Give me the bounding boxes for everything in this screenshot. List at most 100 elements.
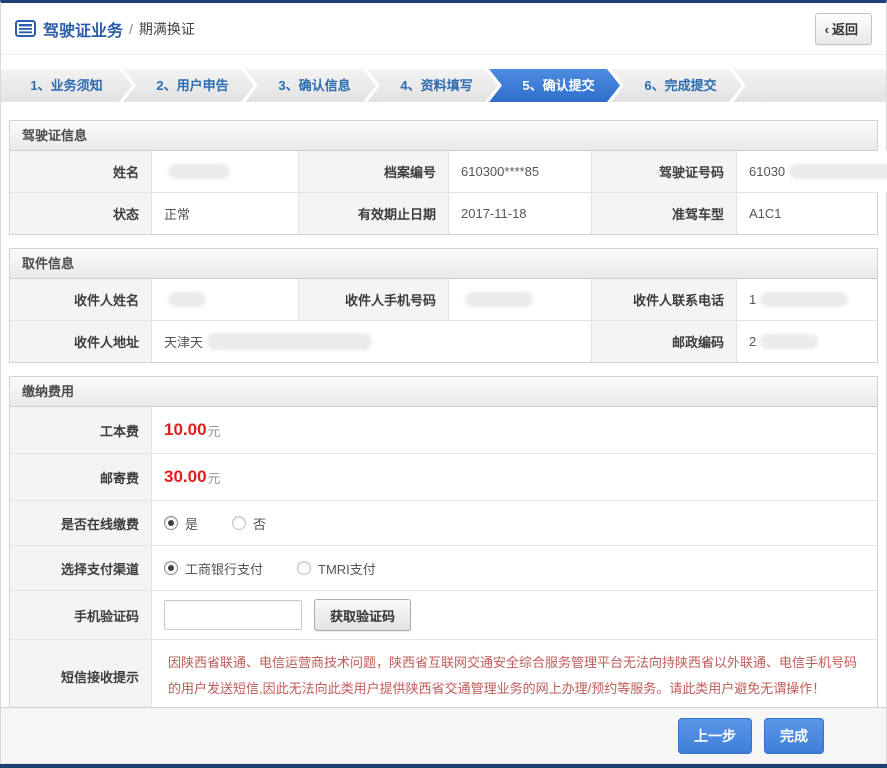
list-icon [15, 20, 36, 37]
channel-icbc-radio[interactable] [164, 561, 178, 575]
status-label: 状态 [10, 193, 152, 234]
back-chevron-icon: ‹ [824, 21, 829, 37]
name-value [152, 151, 299, 192]
payment-title: 缴纳费用 [10, 377, 877, 407]
recipient-mobile-label: 收件人手机号码 [299, 279, 449, 320]
step-bar-filler [733, 69, 886, 102]
license-info-title: 驾驶证信息 [10, 121, 877, 151]
page-title: 驾驶证业务 [43, 22, 124, 40]
table-row: 邮寄费 30.00 元 [10, 454, 877, 501]
back-button[interactable]: ‹ 返回 [814, 12, 872, 45]
table-row: 手机验证码 获取验证码 [10, 591, 877, 640]
previous-step-button[interactable]: 上一步 [678, 717, 752, 754]
file-number-value: 610300****85 [449, 151, 592, 192]
step-wizard: 1、业务须知 2、用户申告 3、确认信息 4、资料填写 5、确认提交 6、完成提… [1, 69, 886, 102]
recipient-name-value [152, 279, 299, 320]
recipient-name-label: 收件人姓名 [10, 279, 152, 320]
table-row: 收件人地址 天津天 邮政编码 2 [10, 321, 877, 362]
currency-unit: 元 [207, 423, 221, 439]
redacted-recipient-name [168, 292, 206, 307]
sms-code-label: 手机验证码 [10, 591, 152, 639]
breadcrumb-separator: / [129, 20, 133, 37]
payment-panel: 缴纳费用 工本费 10.00 元 邮寄费 30.00 元 是否在线缴费 是 否 选择… [9, 376, 878, 713]
sms-code-input[interactable] [164, 600, 302, 630]
recipient-mobile-value [449, 279, 592, 320]
channel-tmri-option[interactable]: TMRI支付 [297, 559, 376, 578]
redacted-postal-code [760, 334, 819, 349]
sms-note-cell: 因陕西省联通、电信运营商技术问题，陕西省互联网交通安全综合服务管理平台无法向持陕… [152, 640, 877, 712]
channel-icbc-label[interactable]: 工商银行支付 [185, 559, 263, 578]
back-button-label: 返回 [831, 21, 858, 37]
channel-tmri-radio[interactable] [297, 561, 312, 575]
license-number-prefix: 61030 [749, 164, 786, 179]
mailing-fee-amount: 30.00 [164, 467, 207, 486]
status-value: 正常 [152, 193, 299, 234]
recipient-address-value: 天津天 [152, 321, 592, 362]
step-6-complete-submit[interactable]: 6、完成提交 [611, 69, 742, 102]
postal-code-prefix: 2 [749, 334, 757, 349]
online-yes-option[interactable]: 是 [164, 514, 198, 533]
channel-icbc-option[interactable]: 工商银行支付 [164, 559, 263, 578]
mailing-fee-label: 邮寄费 [10, 454, 152, 500]
recipient-address-label: 收件人地址 [10, 321, 152, 362]
recipient-phone-value: 1 [737, 279, 877, 320]
table-row: 是否在线缴费 是 否 [10, 501, 877, 546]
get-code-button[interactable]: 获取验证码 [314, 599, 412, 631]
table-row: 姓名 档案编号 610300****85 驾驶证号码 61030 [10, 151, 887, 193]
redacted-recipient-address [207, 333, 373, 350]
file-number-label: 档案编号 [299, 151, 449, 192]
license-number-label: 驾驶证号码 [592, 151, 737, 192]
step-4-fill-materials[interactable]: 4、资料填写 [367, 69, 498, 102]
sms-note-label: 短信接收提示 [10, 640, 152, 712]
postal-code-value: 2 [737, 321, 877, 362]
redacted-recipient-phone [760, 292, 849, 307]
online-yes-label[interactable]: 是 [185, 514, 198, 533]
sms-code-field-row: 获取验证码 [152, 591, 877, 639]
page: 驾驶证业务 / 期满换证 ‹ 返回 1、业务须知 2、用户申告 3、确认信息 4、… [0, 0, 887, 768]
table-row: 选择支付渠道 工商银行支付 TMRI支付 [10, 546, 877, 591]
table-row: 收件人姓名 收件人手机号码 收件人联系电话 1 [10, 279, 877, 321]
vehicle-class-value: A1C1 [737, 193, 877, 234]
valid-until-value: 2017-11-18 [449, 193, 592, 234]
step-3-confirm-info[interactable]: 3、确认信息 [245, 69, 376, 102]
pickup-info-title: 取件信息 [10, 249, 877, 279]
finish-button[interactable]: 完成 [764, 717, 824, 754]
online-no-radio[interactable] [232, 516, 247, 530]
recipient-phone-prefix: 1 [749, 292, 757, 307]
table-row: 状态 正常 有效期止日期 2017-11-18 准驾车型 A1C1 [10, 193, 877, 234]
breadcrumb-current: 期满换证 [138, 20, 195, 37]
step-2-user-declaration[interactable]: 2、用户申告 [123, 69, 254, 102]
production-fee-amount: 10.00 [164, 420, 207, 439]
license-info-panel: 驾驶证信息 姓名 档案编号 610300****85 驾驶证号码 61030 状… [9, 120, 887, 235]
sms-note-text: 因陕西省联通、电信运营商技术问题，陕西省互联网交通安全综合服务管理平台无法向持陕… [168, 655, 858, 696]
valid-until-label: 有效期止日期 [299, 193, 449, 234]
bottom-border-strip [0, 764, 887, 768]
footer-action-bar: 上一步 完成 [1, 707, 886, 764]
recipient-address-prefix: 天津天 [164, 335, 204, 350]
production-fee-value: 10.00 元 [152, 407, 877, 453]
online-yes-radio[interactable] [164, 516, 178, 530]
step-1-business-notice[interactable]: 1、业务须知 [1, 69, 132, 102]
online-payment-options: 是 否 [152, 501, 877, 545]
mailing-fee-value: 30.00 元 [152, 454, 877, 500]
license-number-value: 61030 [737, 151, 887, 192]
table-row: 短信接收提示 因陕西省联通、电信运营商技术问题，陕西省互联网交通安全综合服务管理… [10, 640, 877, 712]
currency-unit: 元 [207, 470, 221, 486]
header: 驾驶证业务 / 期满换证 ‹ 返回 [1, 3, 886, 55]
table-row: 工本费 10.00 元 [10, 407, 877, 454]
postal-code-label: 邮政编码 [592, 321, 737, 362]
redacted-license-number [789, 164, 887, 179]
vehicle-class-label: 准驾车型 [592, 193, 737, 234]
online-no-label[interactable]: 否 [253, 514, 266, 533]
step-5-confirm-submit-active[interactable]: 5、确认提交 [489, 69, 620, 102]
channel-label: 选择支付渠道 [10, 546, 152, 590]
pickup-info-panel: 取件信息 收件人姓名 收件人手机号码 收件人联系电话 1 收件人地址 天津天 邮… [9, 248, 878, 363]
channel-options: 工商银行支付 TMRI支付 [152, 546, 877, 590]
online-no-option[interactable]: 否 [232, 514, 266, 533]
name-label: 姓名 [10, 151, 152, 192]
redacted-recipient-mobile [465, 292, 533, 307]
recipient-phone-label: 收件人联系电话 [592, 279, 737, 320]
redacted-name [168, 164, 230, 179]
channel-tmri-label[interactable]: TMRI支付 [318, 559, 376, 578]
production-fee-label: 工本费 [10, 407, 152, 453]
